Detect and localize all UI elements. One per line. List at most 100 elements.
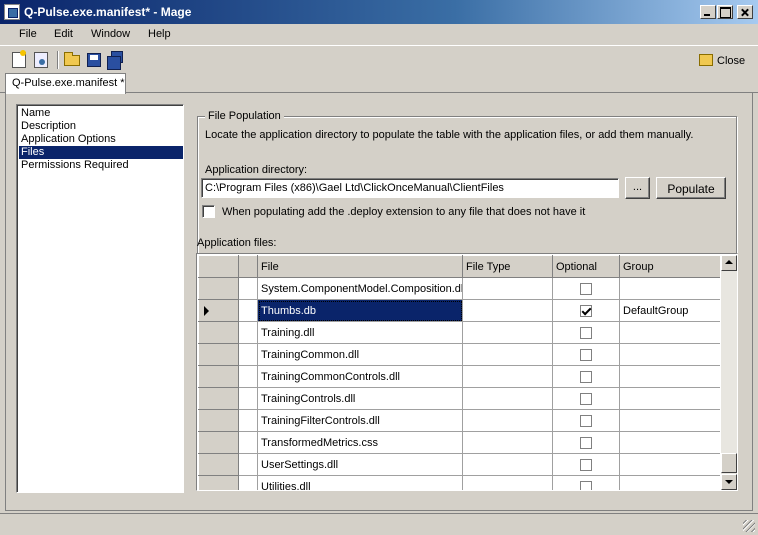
nav-item-description[interactable]: Description <box>19 120 183 133</box>
optional-checkbox[interactable] <box>580 414 592 427</box>
optional-checkbox[interactable] <box>580 370 592 383</box>
optional-checkbox[interactable] <box>580 304 592 317</box>
corner-header[interactable] <box>198 255 239 278</box>
maximize-button[interactable] <box>717 5 733 19</box>
group-cell[interactable] <box>619 277 720 300</box>
table-row[interactable]: Utilities.dll <box>198 475 720 490</box>
resize-grip-icon[interactable] <box>743 520 755 532</box>
column-header-file-type[interactable]: File Type <box>462 255 553 278</box>
group-cell[interactable] <box>619 365 720 388</box>
file-type-cell[interactable] <box>462 387 553 410</box>
column-header-file[interactable]: File <box>257 255 463 278</box>
deploy-extension-checkbox[interactable] <box>202 205 215 218</box>
row-header[interactable] <box>198 277 239 300</box>
table-row[interactable]: UserSettings.dll <box>198 453 720 476</box>
menu-file[interactable]: File <box>19 28 37 40</box>
file-type-cell[interactable] <box>462 409 553 432</box>
table-row[interactable]: Thumbs.db DefaultGroup <box>198 299 720 322</box>
optional-checkbox[interactable] <box>580 392 592 405</box>
menu-help[interactable]: Help <box>148 28 171 40</box>
file-cell[interactable]: UserSettings.dll <box>257 453 463 476</box>
optional-checkbox[interactable] <box>580 282 592 295</box>
app-icon[interactable] <box>4 4 20 20</box>
window-close-button[interactable] <box>737 5 753 19</box>
file-type-cell[interactable] <box>462 475 553 490</box>
tab-manifest[interactable]: Q-Pulse.exe.manifest * <box>5 73 126 94</box>
optional-cell[interactable] <box>552 453 620 476</box>
file-type-cell[interactable] <box>462 343 553 366</box>
optional-cell[interactable] <box>552 475 620 490</box>
nav-item-name[interactable]: Name <box>19 107 183 120</box>
save-button[interactable] <box>85 51 103 69</box>
optional-cell[interactable] <box>552 409 620 432</box>
file-cell[interactable]: TrainingFilterControls.dll <box>257 409 463 432</box>
optional-cell[interactable] <box>552 277 620 300</box>
column-header-optional[interactable]: Optional <box>552 255 620 278</box>
file-cell[interactable]: Training.dll <box>257 321 463 344</box>
table-row[interactable]: System.ComponentModel.Composition.dll <box>198 277 720 300</box>
table-row[interactable]: Training.dll <box>198 321 720 344</box>
table-row[interactable]: TransformedMetrics.css <box>198 431 720 454</box>
file-type-cell[interactable] <box>462 453 553 476</box>
row-header[interactable] <box>198 343 239 366</box>
file-cell[interactable]: TransformedMetrics.css <box>257 431 463 454</box>
menu-edit[interactable]: Edit <box>54 28 73 40</box>
optional-checkbox[interactable] <box>580 326 592 339</box>
nav-item-files[interactable]: Files <box>19 146 183 159</box>
table-row[interactable]: TrainingCommonControls.dll <box>198 365 720 388</box>
group-cell[interactable] <box>619 343 720 366</box>
row-header[interactable] <box>198 409 239 432</box>
table-row[interactable]: TrainingCommon.dll <box>198 343 720 366</box>
row-header[interactable] <box>198 321 239 344</box>
new-application-manifest-button[interactable] <box>10 50 28 69</box>
scroll-down-button[interactable] <box>721 474 737 490</box>
file-cell[interactable]: TrainingControls.dll <box>257 387 463 410</box>
row-header[interactable] <box>198 475 239 490</box>
optional-checkbox[interactable] <box>580 348 592 361</box>
row-header[interactable] <box>198 365 239 388</box>
group-cell[interactable] <box>619 475 720 490</box>
optional-cell[interactable] <box>552 299 620 322</box>
group-cell[interactable] <box>619 387 720 410</box>
file-cell[interactable]: TrainingCommon.dll <box>257 343 463 366</box>
optional-cell[interactable] <box>552 431 620 454</box>
title-bar[interactable]: Q-Pulse.exe.manifest* - Mage <box>0 0 758 24</box>
application-directory-input[interactable]: C:\Program Files (x86)\Gael Ltd\ClickOnc… <box>201 178 619 198</box>
file-type-cell[interactable] <box>462 321 553 344</box>
row-header[interactable] <box>198 431 239 454</box>
optional-checkbox[interactable] <box>580 458 592 471</box>
group-cell[interactable] <box>619 453 720 476</box>
table-row[interactable]: TrainingControls.dll <box>198 387 720 410</box>
optional-cell[interactable] <box>552 321 620 344</box>
group-cell[interactable] <box>619 409 720 432</box>
group-cell[interactable]: DefaultGroup <box>619 299 720 322</box>
group-cell[interactable] <box>619 321 720 344</box>
file-cell[interactable]: Thumbs.db <box>257 299 463 322</box>
optional-cell[interactable] <box>552 343 620 366</box>
row-header[interactable] <box>198 453 239 476</box>
scroll-thumb[interactable] <box>721 453 737 473</box>
optional-cell[interactable] <box>552 387 620 410</box>
file-cell[interactable]: TrainingCommonControls.dll <box>257 365 463 388</box>
application-files-grid[interactable]: File File Type Optional Group System.Com… <box>196 253 738 491</box>
row-header[interactable] <box>198 299 239 322</box>
minimize-button[interactable] <box>700 5 716 19</box>
column-header-group[interactable]: Group <box>619 255 720 278</box>
file-type-cell[interactable] <box>462 365 553 388</box>
table-row[interactable]: TrainingFilterControls.dll <box>198 409 720 432</box>
menu-window[interactable]: Window <box>91 28 130 40</box>
new-deployment-manifest-button[interactable] <box>32 51 50 69</box>
row-header[interactable] <box>198 387 239 410</box>
optional-cell[interactable] <box>552 365 620 388</box>
file-type-cell[interactable] <box>462 431 553 454</box>
nav-item-permissions-required[interactable]: Permissions Required <box>19 159 183 172</box>
nav-item-application-options[interactable]: Application Options <box>19 133 183 146</box>
optional-checkbox[interactable] <box>580 436 592 449</box>
file-type-cell[interactable] <box>462 299 553 322</box>
file-cell[interactable]: Utilities.dll <box>257 475 463 490</box>
open-button[interactable] <box>63 51 81 69</box>
scroll-up-button[interactable] <box>721 255 737 271</box>
populate-button[interactable]: Populate <box>656 177 726 199</box>
browse-button[interactable]: ... <box>625 177 650 199</box>
section-list[interactable]: Name Description Application Options Fil… <box>16 104 184 493</box>
